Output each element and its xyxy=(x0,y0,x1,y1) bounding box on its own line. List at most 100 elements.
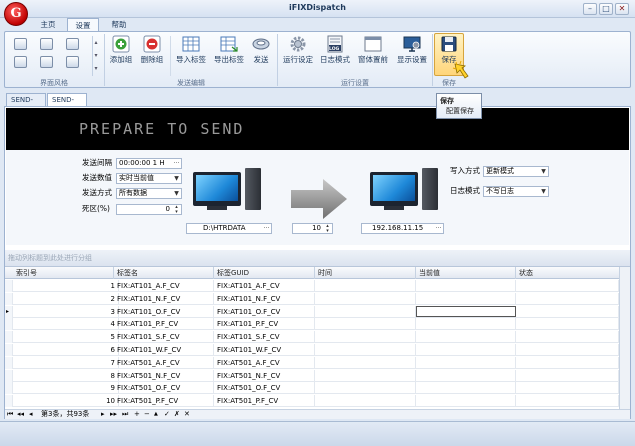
cell-current-value[interactable] xyxy=(416,369,516,382)
cell-status[interactable] xyxy=(516,292,619,305)
tab-help[interactable]: 帮助 xyxy=(104,18,134,31)
row-selector[interactable] xyxy=(5,369,13,382)
style-office-icon[interactable] xyxy=(14,38,27,50)
export-tags-button[interactable]: 导出标签 xyxy=(211,33,247,73)
cell-index[interactable]: 10 xyxy=(13,395,119,408)
row-selector[interactable] xyxy=(5,280,13,292)
cell-current-value[interactable] xyxy=(416,344,516,356)
style-silver-icon[interactable] xyxy=(66,38,79,50)
column-header-tag-guid[interactable]: 标签GUID xyxy=(214,267,315,279)
table-row[interactable]: 5 FIX:AT101_S.F_CV FIX:AT101_S.F_CV xyxy=(5,331,619,344)
table-row[interactable]: 8 FIX:AT501_N.F_CV FIX:AT501_N.F_CV xyxy=(5,369,619,382)
row-selector[interactable] xyxy=(5,331,13,344)
cell-time[interactable] xyxy=(315,356,416,369)
cell-tag-name[interactable]: FIX:AT101_P.F_CV xyxy=(114,318,214,331)
tab-settings[interactable]: 设置 xyxy=(67,18,99,31)
cell-index[interactable]: 8 xyxy=(13,369,119,382)
nav-prev-button[interactable]: ◂ xyxy=(29,410,33,419)
cell-time[interactable] xyxy=(315,318,416,331)
cell-index[interactable]: 3 xyxy=(13,305,119,318)
cell-time[interactable] xyxy=(315,369,416,382)
nav-add-button[interactable]: + xyxy=(134,410,140,419)
source-path-field[interactable]: D:\HTRDATA ··· xyxy=(186,223,272,234)
window-top-button[interactable]: 窗体置前 xyxy=(355,33,391,73)
cell-tag-name[interactable]: FIX:AT101_S.F_CV xyxy=(114,331,214,344)
close-button[interactable]: ✕ xyxy=(615,3,629,15)
table-row[interactable]: 4 FIX:AT101_P.F_CV FIX:AT101_P.F_CV xyxy=(5,318,619,331)
nav-close-button[interactable]: ✕ xyxy=(184,410,190,419)
table-row[interactable]: ▸ 3 FIX:AT101_O.F_CV FIX:AT101_O.F_CV xyxy=(5,305,619,318)
display-settings-button[interactable]: 显示设置 xyxy=(394,33,430,73)
group-by-panel[interactable]: 拖动列标题到此处进行分组 xyxy=(5,250,630,267)
cell-tag-name[interactable]: FIX:AT501_P.F_CV xyxy=(114,395,214,408)
app-logo-icon[interactable]: G xyxy=(4,2,28,26)
maximize-button[interactable]: □ xyxy=(599,3,613,15)
table-row[interactable]: 9 FIX:AT501_O.F_CV FIX:AT501_O.F_CV xyxy=(5,382,619,395)
column-header-current-value[interactable]: 当前值 xyxy=(416,267,516,279)
cell-tag-guid[interactable]: FIX:AT101_W.F_CV xyxy=(214,344,315,356)
style-gallery-scroll[interactable]: ▴ ▾ ▾ xyxy=(92,36,99,76)
cell-status[interactable] xyxy=(516,344,619,356)
cell-status[interactable] xyxy=(516,305,619,318)
nav-next-button[interactable]: ▸ xyxy=(101,410,105,419)
nav-next-page-button[interactable]: ▸▸ xyxy=(110,410,117,419)
cell-status[interactable] xyxy=(516,356,619,369)
cell-current-value[interactable] xyxy=(416,292,516,305)
nav-last-button[interactable]: ⏭ xyxy=(122,410,128,419)
cell-tag-name[interactable]: FIX:AT101_W.F_CV xyxy=(114,344,214,356)
deadband-spinner[interactable]: 0 ▴ ▾ xyxy=(116,204,182,215)
cell-tag-name[interactable]: FIX:AT101_A.F_CV xyxy=(114,280,214,292)
cell-current-value[interactable] xyxy=(416,318,516,331)
cell-time[interactable] xyxy=(315,305,416,318)
cell-tag-guid[interactable]: FIX:AT501_P.F_CV xyxy=(214,395,315,408)
cell-tag-guid[interactable]: FIX:AT501_O.F_CV xyxy=(214,382,315,395)
table-row[interactable]: 7 FIX:AT501_A.F_CV FIX:AT501_A.F_CV xyxy=(5,356,619,369)
doc-tab-send-02[interactable]: SEND-02 xyxy=(47,93,87,116)
row-selector[interactable]: ▸ xyxy=(5,305,13,318)
import-tags-button[interactable]: 导入标签 xyxy=(173,33,209,73)
cell-index[interactable]: 5 xyxy=(13,331,119,344)
cell-tag-name[interactable]: FIX:AT101_O.F_CV xyxy=(114,305,214,318)
cell-current-value[interactable] xyxy=(416,305,516,317)
row-selector[interactable] xyxy=(5,292,13,305)
style-blue-icon[interactable] xyxy=(40,38,53,50)
cell-tag-guid[interactable]: FIX:AT101_S.F_CV xyxy=(214,331,315,344)
cell-tag-guid[interactable]: FIX:AT501_N.F_CV xyxy=(214,369,315,382)
nav-confirm-button[interactable]: ✓ xyxy=(164,410,170,419)
style-black-icon[interactable] xyxy=(14,56,27,68)
cell-tag-name[interactable]: FIX:AT501_N.F_CV xyxy=(114,369,214,382)
cell-tag-guid[interactable]: FIX:AT101_O.F_CV xyxy=(214,305,315,318)
nav-up-button[interactable]: ▲ xyxy=(154,410,158,419)
delete-group-button[interactable]: 删除组 xyxy=(138,33,166,73)
write-mode-select[interactable]: 更新模式 ▼ xyxy=(483,166,549,177)
cell-tag-name[interactable]: FIX:AT501_O.F_CV xyxy=(114,382,214,395)
browse-button[interactable]: ··· xyxy=(434,224,443,233)
table-row[interactable]: 1 FIX:AT101_A.F_CV FIX:AT101_A.F_CV xyxy=(5,280,619,292)
cell-status[interactable] xyxy=(516,331,619,344)
spinner-arrows-icon[interactable]: ▴ ▾ xyxy=(323,224,332,233)
nav-first-button[interactable]: ⏮ xyxy=(7,410,13,419)
add-group-button[interactable]: 添加组 xyxy=(107,33,135,73)
spinner-arrows-icon[interactable]: ▴ ▾ xyxy=(172,205,181,214)
doc-tab-send-01[interactable]: SEND-01 xyxy=(6,93,46,116)
count-spinner[interactable]: 10 ▴ ▾ xyxy=(292,223,333,234)
column-header-index[interactable]: 索引号 xyxy=(13,267,114,279)
cell-time[interactable] xyxy=(315,382,416,395)
cell-tag-name[interactable]: FIX:AT501_A.F_CV xyxy=(114,356,214,369)
cell-index[interactable]: 1 xyxy=(13,280,119,292)
column-header-status[interactable]: 状态 xyxy=(516,267,619,279)
nav-delete-button[interactable]: − xyxy=(144,410,150,419)
style-classic-icon[interactable] xyxy=(40,56,53,68)
vertical-scrollbar[interactable] xyxy=(619,267,630,409)
table-row[interactable]: 2 FIX:AT101_N.F_CV FIX:AT101_N.F_CV xyxy=(5,292,619,305)
log-mode-button[interactable]: 日志模式 xyxy=(318,33,352,73)
browse-button[interactable]: ··· xyxy=(262,224,271,233)
cell-current-value[interactable] xyxy=(416,280,516,292)
cell-tag-guid[interactable]: FIX:AT501_A.F_CV xyxy=(214,356,315,369)
minimize-button[interactable]: – xyxy=(583,3,597,15)
cell-time[interactable] xyxy=(315,331,416,344)
interval-picker-button[interactable]: ··· xyxy=(172,159,181,168)
log-mode-select[interactable]: 不写日志 ▼ xyxy=(483,186,549,197)
cell-index[interactable]: 4 xyxy=(13,318,119,331)
cell-tag-guid[interactable]: FIX:AT101_A.F_CV xyxy=(214,280,315,292)
